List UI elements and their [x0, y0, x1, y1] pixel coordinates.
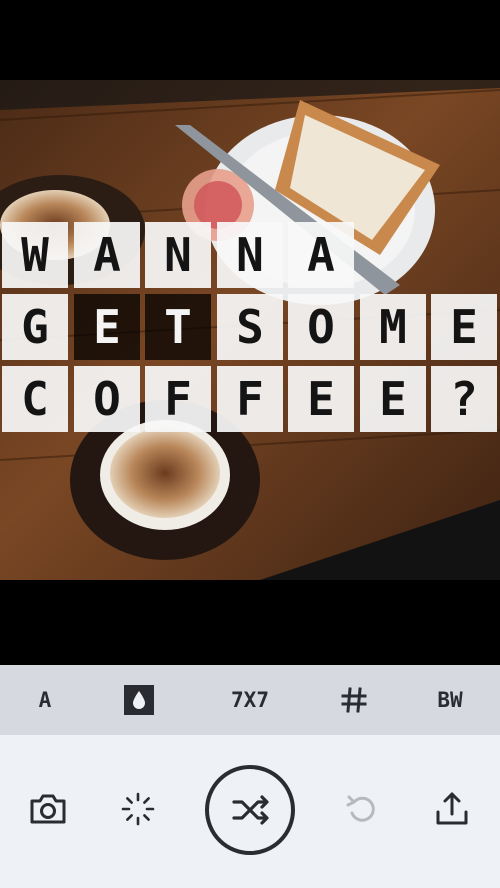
color-button[interactable]	[104, 665, 174, 735]
letter-tile: M	[360, 294, 426, 360]
text-overlay[interactable]: W A N N A G E T S O M E C O F F E E ?	[0, 80, 500, 580]
font-button[interactable]: A	[10, 665, 80, 735]
letter-tile: E	[360, 366, 426, 432]
letter-tile: O	[288, 294, 354, 360]
camera-icon	[30, 794, 66, 824]
drop-icon	[124, 685, 154, 715]
letter-tile: A	[288, 222, 354, 288]
letter-tile: N	[217, 222, 283, 288]
letter-tile: G	[2, 294, 68, 360]
share-button[interactable]	[428, 785, 476, 833]
letter-tile: W	[2, 222, 68, 288]
bw-button[interactable]: BW	[415, 665, 485, 735]
brightness-button[interactable]	[114, 785, 162, 833]
letter-tile: C	[2, 366, 68, 432]
letter-tile: N	[145, 222, 211, 288]
action-bar	[0, 735, 500, 888]
hashtag-icon	[341, 687, 367, 713]
bw-label: BW	[437, 688, 463, 712]
font-label: A	[38, 688, 52, 712]
edit-toolbar: A 7X7 BW	[0, 665, 500, 735]
hashtag-button[interactable]	[319, 665, 389, 735]
letter-tile: S	[217, 294, 283, 360]
undo-icon	[346, 795, 375, 822]
grid-size-button[interactable]: 7X7	[215, 665, 285, 735]
camera-button[interactable]	[24, 785, 72, 833]
letter-tile: F	[145, 366, 211, 432]
letter-tile: T	[145, 294, 211, 360]
letter-tile: F	[217, 366, 283, 432]
shuffle-button[interactable]	[204, 764, 296, 856]
letter-tile: A	[74, 222, 140, 288]
brightness-icon	[121, 792, 155, 826]
letter-tile: E	[288, 366, 354, 432]
grid-size-label: 7X7	[231, 688, 269, 712]
shuffle-icon	[205, 765, 295, 855]
share-icon	[436, 792, 468, 825]
letter-tile: E	[74, 294, 140, 360]
letter-tile: O	[74, 366, 140, 432]
letter-tile: ?	[431, 366, 497, 432]
undo-button[interactable]	[338, 785, 386, 833]
letter-tile: E	[431, 294, 497, 360]
